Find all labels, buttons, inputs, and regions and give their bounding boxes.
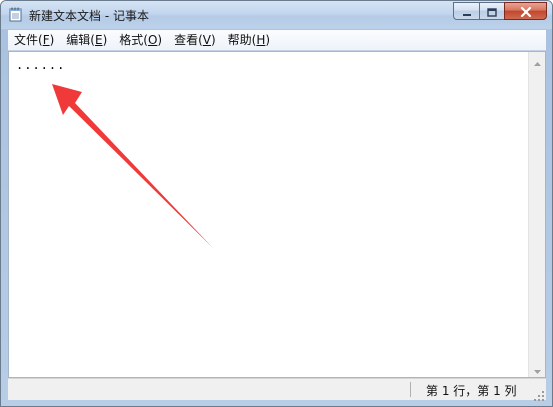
arrow-down-icon (533, 359, 541, 378)
arrow-up-icon (533, 51, 541, 70)
menu-help[interactable]: 帮助(H) (222, 30, 276, 50)
resize-grip-icon[interactable] (533, 387, 545, 401)
window-title: 新建文本文档 - 记事本 (29, 9, 149, 23)
notepad-window: 新建文本文档 - 记事本 文件(F) 编辑(E) 格式(O) 查看(V) 帮助(… (0, 0, 553, 407)
title-bar[interactable]: 新建文本文档 - 记事本 (1, 1, 552, 29)
close-button[interactable] (504, 2, 547, 20)
editor-content: ...... (16, 58, 66, 72)
menu-bar: 文件(F) 编辑(E) 格式(O) 查看(V) 帮助(H) (8, 30, 546, 51)
menu-edit[interactable]: 编辑(E) (60, 30, 113, 50)
status-bar: 第 1 行，第 1 列 (8, 378, 546, 401)
notepad-icon[interactable] (9, 7, 22, 22)
client-area: ...... (8, 51, 546, 378)
cursor-position: 第 1 行，第 1 列 (426, 384, 517, 398)
status-divider (410, 382, 411, 397)
text-editor[interactable]: ...... (9, 52, 528, 377)
vertical-scrollbar[interactable] (528, 52, 545, 377)
maximize-button[interactable] (479, 2, 504, 20)
caption-buttons (453, 2, 547, 21)
scroll-down-button[interactable] (529, 360, 545, 377)
menu-format[interactable]: 格式(O) (113, 30, 168, 50)
close-icon (520, 2, 532, 21)
menu-file[interactable]: 文件(F) (8, 30, 60, 50)
maximize-icon (487, 2, 497, 21)
scroll-up-button[interactable] (529, 52, 545, 69)
menu-view[interactable]: 查看(V) (168, 30, 222, 50)
minimize-icon (462, 2, 472, 21)
minimize-button[interactable] (453, 2, 479, 20)
